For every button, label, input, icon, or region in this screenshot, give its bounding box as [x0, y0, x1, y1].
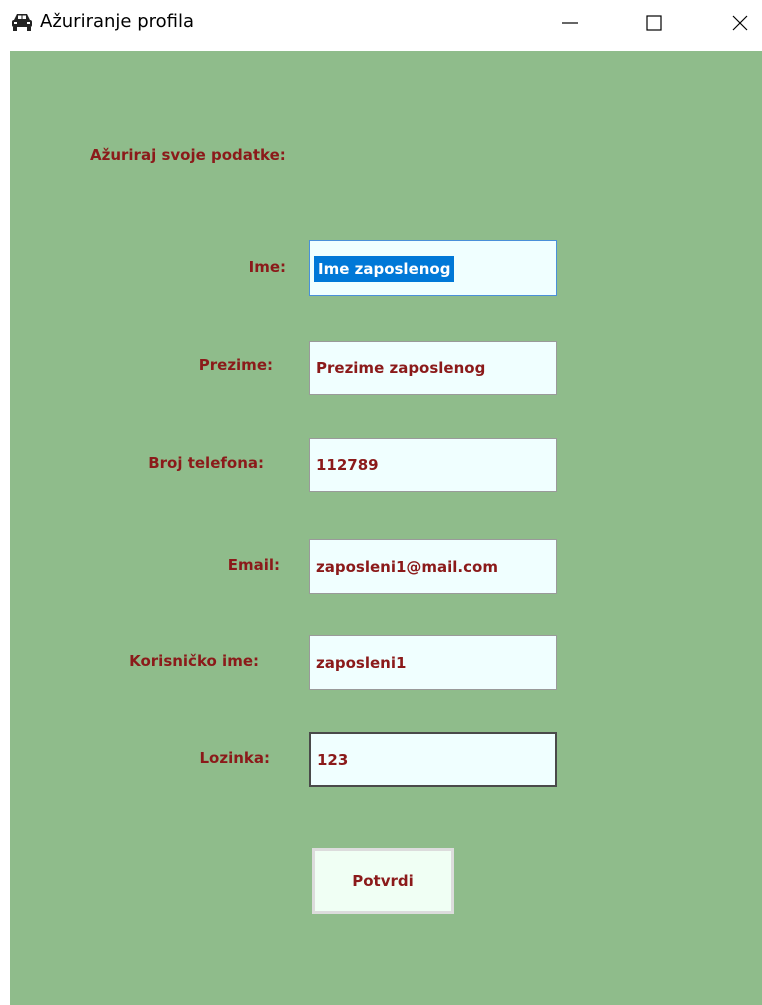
first-name-label: Ime:	[248, 258, 286, 276]
close-icon	[732, 15, 748, 31]
phone-field[interactable]	[309, 438, 557, 492]
maximize-button[interactable]	[624, 0, 684, 46]
form-panel: Ažuriraj svoje podatke: Ime: Ime zaposle…	[10, 51, 762, 1005]
window-title: Ažuriranje profila	[40, 11, 195, 32]
password-field[interactable]	[309, 732, 557, 787]
phone-label: Broj telefona:	[148, 454, 264, 472]
first-name-value: Ime zaposlenog	[314, 256, 455, 282]
minimize-button[interactable]	[540, 0, 600, 46]
email-field[interactable]	[309, 539, 557, 594]
first-name-field[interactable]: Ime zaposlenog	[309, 240, 557, 296]
minimize-icon	[562, 22, 578, 24]
title-bar: Ažuriranje profila	[0, 0, 762, 48]
confirm-button[interactable]: Potvrdi	[312, 848, 454, 914]
username-label: Korisničko ime:	[129, 652, 259, 670]
last-name-label: Prezime:	[198, 356, 273, 374]
close-button[interactable]	[710, 0, 762, 46]
car-icon	[12, 14, 32, 31]
maximize-icon	[646, 15, 662, 31]
username-field[interactable]	[309, 635, 557, 690]
form-heading: Ažuriraj svoje podatke:	[90, 146, 286, 164]
last-name-field[interactable]	[309, 341, 557, 395]
app-window: Ažuriranje profila Ažuriraj svoje podatk…	[0, 0, 762, 1005]
email-label: Email:	[227, 556, 280, 574]
password-label: Lozinka:	[199, 749, 270, 767]
